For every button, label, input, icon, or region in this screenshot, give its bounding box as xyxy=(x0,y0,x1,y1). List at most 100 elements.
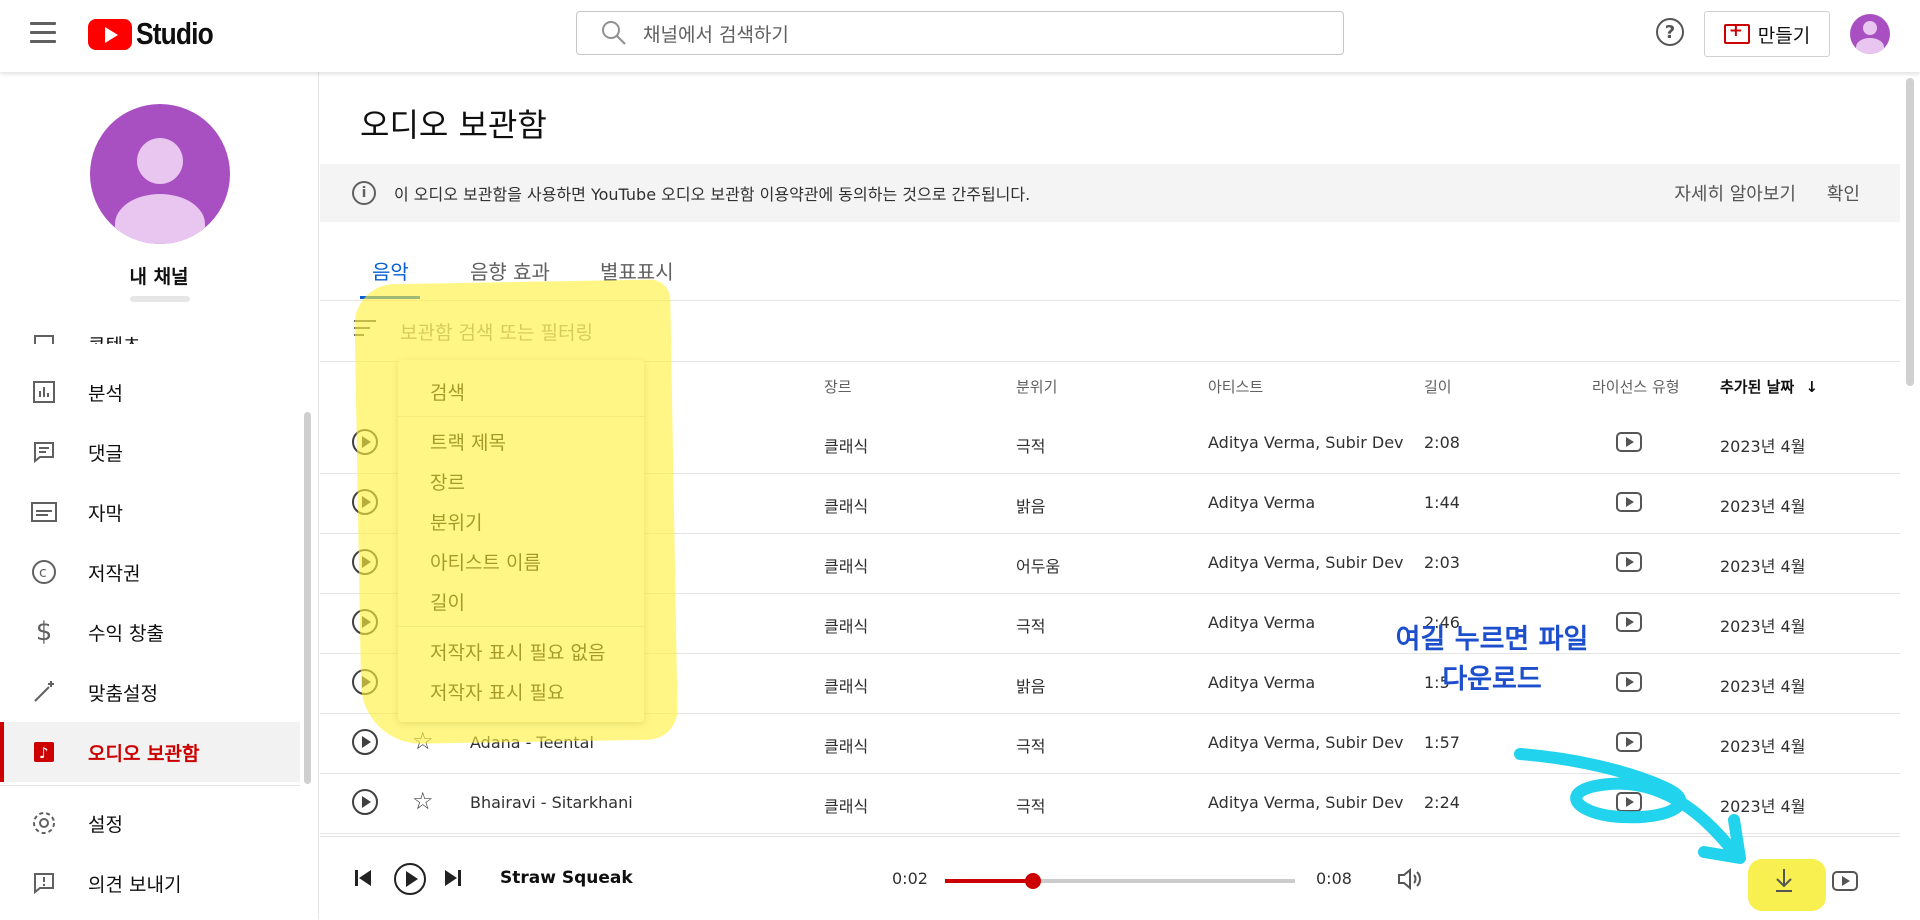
row-added: 2023년 4월 xyxy=(1720,557,1806,576)
help-icon[interactable]: ? xyxy=(1656,18,1684,46)
create-label: 만들기 xyxy=(1757,24,1811,47)
row-genre: 클래식 xyxy=(824,497,869,516)
create-button[interactable]: 만들기 xyxy=(1704,11,1830,57)
youtube-link-icon[interactable] xyxy=(1832,871,1858,891)
menu-icon[interactable] xyxy=(30,22,56,44)
search-placeholder: 채널에서 검색하기 xyxy=(643,23,789,46)
active-tab-indicator xyxy=(360,296,420,299)
volume-icon[interactable] xyxy=(1396,867,1424,891)
row-length: 2:08 xyxy=(1424,433,1460,452)
col-length[interactable]: 길이 xyxy=(1424,376,1452,397)
search-input[interactable]: 채널에서 검색하기 xyxy=(576,11,1344,55)
svg-text:♪: ♪ xyxy=(39,744,49,762)
audio-library-icon: ♪ xyxy=(30,738,58,766)
menu-item-length[interactable]: 길이 xyxy=(430,588,465,615)
progress-fill xyxy=(945,879,1033,883)
row-added: 2023년 4월 xyxy=(1720,677,1806,696)
play-icon[interactable] xyxy=(352,729,378,755)
account-avatar[interactable] xyxy=(1850,14,1890,54)
annotation-text: 여길 누르면 파일 다운로드 xyxy=(1372,620,1612,700)
comments-icon xyxy=(30,438,58,466)
channel-name: 내 채널 xyxy=(129,266,189,288)
youtube-license-icon xyxy=(1616,612,1642,632)
tab-music[interactable]: 음악 xyxy=(372,256,409,285)
page-title: 오디오 보관함 xyxy=(360,106,547,144)
sidebar-item-label: 분석 xyxy=(88,382,123,405)
row-title: Adana - Teental xyxy=(470,733,594,752)
row-artist: Aditya Verma, Subir Dev xyxy=(1208,793,1404,812)
star-icon[interactable]: ☆ xyxy=(412,727,434,755)
progress-bar[interactable] xyxy=(945,873,1295,889)
content-icon xyxy=(30,330,58,344)
magic-wand-icon xyxy=(30,678,58,706)
sidebar-item-feedback[interactable]: 의견 보내기 xyxy=(0,853,300,913)
menu-item-track-title[interactable]: 트랙 제목 xyxy=(430,428,506,455)
menu-item-no-attribution[interactable]: 저작자 표시 필요 없음 xyxy=(430,638,605,665)
download-icon[interactable] xyxy=(1772,867,1796,893)
search-icon xyxy=(602,21,626,45)
logo-text: Studio xyxy=(136,16,214,51)
play-icon[interactable] xyxy=(352,429,378,455)
feedback-icon xyxy=(30,869,58,897)
row-length: 2:03 xyxy=(1424,553,1460,572)
play-icon[interactable] xyxy=(352,669,378,695)
star-icon[interactable]: ☆ xyxy=(412,787,434,815)
tab-sound-effects[interactable]: 음향 효과 xyxy=(470,256,550,285)
menu-item-mood[interactable]: 분위기 xyxy=(430,508,482,535)
play-icon[interactable] xyxy=(352,489,378,515)
sort-down-arrow-icon: ↓ xyxy=(1805,378,1819,396)
annotation-line-2: 다운로드 xyxy=(1442,664,1542,695)
youtube-studio-logo[interactable]: Studio xyxy=(88,16,226,52)
info-icon: i xyxy=(352,181,376,205)
confirm-button[interactable]: 확인 xyxy=(1827,180,1860,206)
play-icon[interactable] xyxy=(352,789,378,815)
sidebar-item-audio-library[interactable]: ♪ 오디오 보관함 xyxy=(0,722,300,782)
sidebar-scrollbar[interactable] xyxy=(304,412,311,784)
previous-track-icon[interactable] xyxy=(354,869,372,887)
menu-item-attribution-required[interactable]: 저작자 표시 필요 xyxy=(430,678,564,705)
col-artist[interactable]: 아티스트 xyxy=(1208,376,1263,397)
row-mood: 어두움 xyxy=(1016,557,1061,576)
menu-item-artist-name[interactable]: 아티스트 이름 xyxy=(430,548,541,575)
col-license[interactable]: 라이선스 유형 xyxy=(1592,376,1680,397)
main-scrollbar[interactable] xyxy=(1906,78,1914,386)
menu-item-search[interactable]: 검색 xyxy=(430,378,465,405)
col-added-date[interactable]: 추가된 날짜 ↓ xyxy=(1720,376,1818,397)
row-length: 1:44 xyxy=(1424,493,1460,512)
progress-knob[interactable] xyxy=(1024,873,1041,889)
sidebar-item-subtitles[interactable]: 자막 xyxy=(0,482,300,542)
sidebar-item-label: 저작권 xyxy=(88,562,141,585)
col-genre[interactable]: 장르 xyxy=(824,376,852,397)
play-icon[interactable] xyxy=(352,609,378,635)
learn-more-link[interactable]: 자세히 알아보기 xyxy=(1674,180,1796,206)
sidebar-item-customization[interactable]: 맞춤설정 xyxy=(0,662,300,722)
row-genre: 클래식 xyxy=(824,617,869,636)
play-icon[interactable] xyxy=(352,549,378,575)
row-added: 2023년 4월 xyxy=(1720,617,1806,636)
sidebar-item-analytics[interactable]: 분석 xyxy=(0,362,300,422)
row-artist: Aditya Verma xyxy=(1208,673,1316,692)
row-genre: 클래식 xyxy=(824,677,869,696)
sidebar-item-copyright[interactable]: c 저작권 xyxy=(0,542,300,602)
row-genre: 클래식 xyxy=(824,737,869,756)
next-track-icon[interactable] xyxy=(444,869,462,887)
sidebar-item-label: 의견 보내기 xyxy=(88,873,182,896)
menu-item-genre[interactable]: 장르 xyxy=(430,468,465,495)
row-length: 2:24 xyxy=(1424,793,1460,812)
row-mood: 밝음 xyxy=(1016,677,1046,696)
sidebar-item-comments[interactable]: 댓글 xyxy=(0,422,300,482)
filter-input[interactable]: 보관함 검색 또는 필터링 xyxy=(400,318,593,345)
play-button[interactable] xyxy=(394,863,426,895)
col-added-label: 추가된 날짜 xyxy=(1720,378,1795,396)
channel-avatar[interactable] xyxy=(90,104,230,244)
filter-icon[interactable] xyxy=(354,320,376,338)
copyright-icon: c xyxy=(30,558,58,586)
row-added: 2023년 4월 xyxy=(1720,437,1806,456)
annotation-arrow-icon xyxy=(1514,748,1746,864)
sidebar-item-content[interactable]: 콘텐츠 xyxy=(0,314,300,344)
tab-starred[interactable]: 별표표시 xyxy=(600,256,674,285)
sidebar-item-settings[interactable]: 설정 xyxy=(0,793,300,853)
col-mood[interactable]: 분위기 xyxy=(1016,376,1057,397)
sidebar-item-monetization[interactable]: $ 수익 창출 xyxy=(0,602,300,662)
analytics-icon xyxy=(30,378,58,406)
